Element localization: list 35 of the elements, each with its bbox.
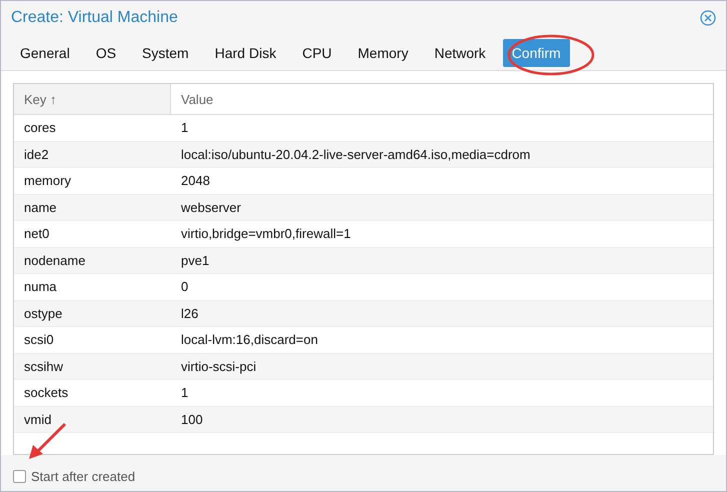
table-cell-text: 1	[180, 385, 190, 400]
table-cell-text: net0	[23, 226, 50, 242]
table-cell-text: name	[23, 200, 58, 215]
table-cell-text: scsi0	[23, 332, 55, 348]
tab[interactable]: Memory	[348, 39, 418, 68]
table-cell-text: sockets	[23, 385, 70, 400]
tab[interactable]: Network	[425, 39, 495, 68]
table-cell-text: vmid	[23, 412, 52, 427]
table-cell-text: local-lvm:16,discard=on	[180, 332, 319, 348]
table-cell-text: 2048	[180, 173, 211, 188]
table-cell-text: ide2	[23, 146, 50, 162]
table-cell-text: webserver	[180, 200, 242, 215]
checkbox-label: Start after created	[31, 468, 136, 484]
table-cell-text: ostype	[23, 306, 64, 321]
table-cell-text: virtio-scsi-pci	[180, 358, 258, 374]
table-cell-text: 0	[180, 279, 190, 294]
table-cell-text: pve1	[180, 252, 210, 268]
column-header[interactable]: Key ↑	[14, 84, 171, 114]
column-header[interactable]: Value	[171, 84, 713, 114]
tab[interactable]: System	[133, 39, 198, 68]
tab[interactable]: OS	[86, 39, 126, 68]
table-cell-text: nodename	[23, 252, 86, 268]
tab[interactable]: Hard Disk	[206, 39, 286, 68]
window-title: Create: Virtual Machine	[11, 8, 178, 27]
table-cell-text: scsihw	[23, 358, 64, 374]
table-cell-text: 100	[180, 412, 204, 427]
table-cell-text: memory	[23, 173, 72, 188]
table-cell-text: local:iso/ubuntu-20.04.2-live-server-amd64.iso,media=cdrom	[180, 146, 532, 162]
tab[interactable]: CPU	[293, 39, 341, 68]
table-cell-text: 1	[180, 120, 190, 136]
table-cell-text: l26	[180, 306, 200, 321]
table-cell-text: cores	[23, 120, 57, 136]
table-cell-text: virtio,bridge=vmbr0,firewall=1	[180, 226, 352, 242]
tab[interactable]: General	[11, 39, 79, 68]
table-cell-text: numa	[23, 279, 58, 294]
